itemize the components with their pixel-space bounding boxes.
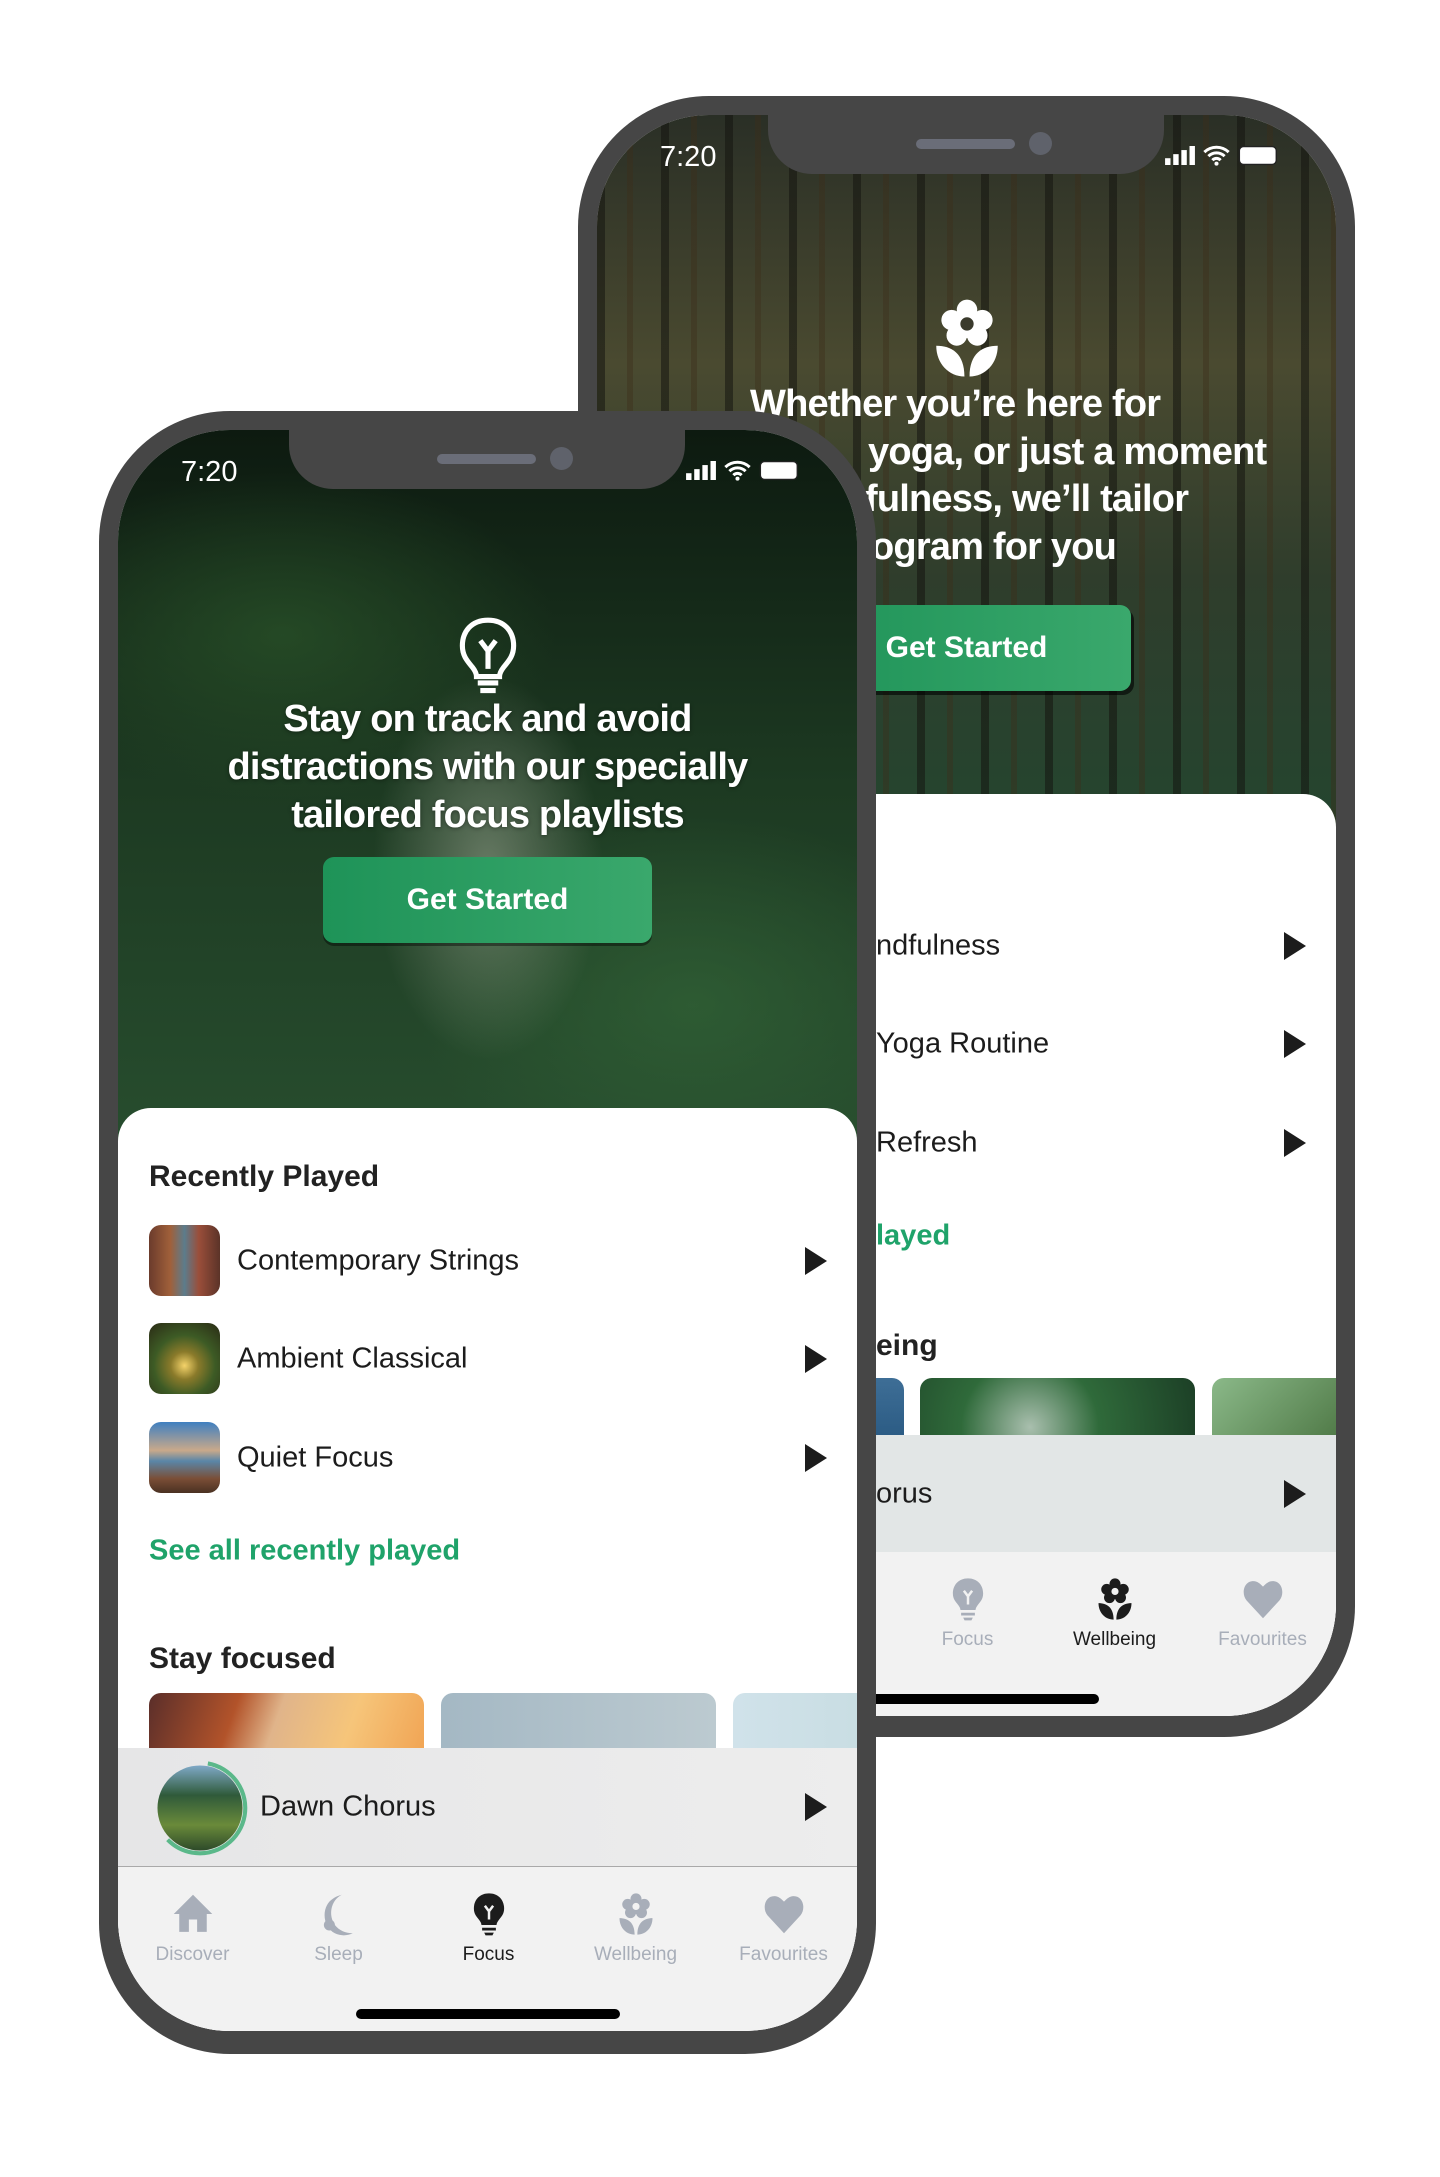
status-icons (686, 460, 800, 481)
camera (1029, 132, 1052, 155)
list-item-title: Ambient Classical (237, 1342, 468, 1375)
tab-label: Wellbeing (593, 1944, 678, 1965)
front-phone-screen: 7:20 Stay on track and avoid distraction… (118, 430, 857, 2031)
play-icon[interactable] (1284, 932, 1306, 960)
list-item-title: Yoga Routine (876, 1027, 1050, 1060)
tab-favourites[interactable]: Favourites (1194, 1577, 1331, 1651)
tab-focus[interactable]: Focus (420, 1892, 557, 1966)
home-icon (171, 1892, 215, 1936)
lightbulb-icon (467, 1892, 511, 1936)
section-heading: eing (876, 1329, 938, 1362)
headline-line: Whether you’re here for (750, 383, 1161, 425)
headline-line: ogram for you (871, 526, 1117, 568)
now-playing-artwork (152, 1760, 248, 1856)
tab-sleep[interactable]: Sleep (270, 1892, 407, 1966)
notch (289, 430, 685, 489)
recently-played-heading: Recently Played (149, 1160, 380, 1193)
play-icon[interactable] (805, 1247, 827, 1275)
list-item-title: ndfulness (876, 929, 1001, 962)
home-indicator (356, 2009, 620, 2019)
tab-wellbeing[interactable]: Wellbeing (1046, 1577, 1183, 1651)
heart-icon (762, 1892, 806, 1936)
play-icon[interactable] (805, 1793, 827, 1821)
list-item-title: Contemporary Strings (237, 1244, 520, 1277)
tab-label: Wellbeing (1072, 1629, 1157, 1650)
tab-favourites[interactable]: Favourites (715, 1892, 852, 1966)
play-icon[interactable] (805, 1444, 827, 1472)
flower-icon (926, 297, 1008, 379)
speaker (916, 139, 1015, 149)
tab-label: Discover (155, 1944, 230, 1965)
battery-icon (1238, 145, 1277, 166)
play-icon[interactable] (805, 1345, 827, 1373)
headline-line: tailored focus playlists (291, 794, 684, 836)
tab-label: Favourites (739, 1944, 828, 1965)
see-all-link[interactable]: layed (876, 1220, 950, 1253)
signal-icon (686, 461, 716, 480)
wifi-icon (1203, 145, 1230, 166)
stage: 7:20 Whether you’re here for yoga, or ju… (0, 0, 1440, 2177)
camera (550, 447, 573, 470)
tab-wellbeing[interactable]: Wellbeing (567, 1892, 704, 1966)
headline-line: fulness, we’ll tailor (865, 478, 1189, 520)
lightbulb-icon (946, 1577, 990, 1621)
lightbulb-icon (459, 617, 517, 694)
tab-label: Favourites (1218, 1629, 1307, 1650)
heart-icon (1241, 1577, 1285, 1621)
signal-icon (1165, 146, 1195, 165)
tab-discover[interactable]: Discover (124, 1892, 261, 1966)
list-item-title: Refresh (876, 1126, 978, 1159)
stay-focused-heading: Stay focused (149, 1642, 336, 1675)
list-item-title: Quiet Focus (237, 1441, 394, 1474)
mini-player-title: orus (876, 1477, 933, 1510)
tab-label: Focus (941, 1629, 994, 1650)
track-thumbnail (149, 1225, 220, 1296)
see-all-recently-played-link[interactable]: See all recently played (149, 1535, 460, 1568)
list-item[interactable]: Ambient Classical (118, 1318, 857, 1400)
list-item[interactable]: Quiet Focus (118, 1417, 857, 1499)
headline-line: yoga, or just a moment (868, 431, 1267, 473)
notch (768, 115, 1164, 174)
flower-icon (1093, 1577, 1137, 1621)
mini-player-title: Dawn Chorus (260, 1790, 436, 1823)
get-started-button[interactable]: Get Started (323, 857, 652, 943)
status-time: 7:20 (181, 456, 238, 488)
track-thumbnail (149, 1422, 220, 1493)
flower-icon (614, 1892, 658, 1936)
status-time: 7:20 (660, 141, 717, 173)
front-phone: 7:20 Stay on track and avoid distraction… (99, 411, 876, 2054)
battery-icon (759, 460, 798, 481)
tab-bar: Discover Sleep Focus Wellbeing Favourite… (118, 1867, 857, 2031)
status-icons (1165, 145, 1279, 166)
tab-focus[interactable]: Focus (899, 1577, 1036, 1651)
track-thumbnail (149, 1323, 220, 1394)
headline-line: Stay on track and avoid (283, 698, 692, 740)
headline-line: distractions with our specially (227, 746, 748, 788)
moon-icon (317, 1892, 361, 1936)
tab-label: Sleep (314, 1944, 363, 1965)
tab-label: Focus (462, 1944, 515, 1965)
speaker (437, 454, 536, 464)
mini-player[interactable]: Dawn Chorus (118, 1748, 857, 1867)
play-icon[interactable] (1284, 1030, 1306, 1058)
play-icon[interactable] (1284, 1129, 1306, 1157)
list-item[interactable]: Contemporary Strings (118, 1220, 857, 1302)
play-icon[interactable] (1284, 1480, 1306, 1508)
wifi-icon (724, 460, 751, 481)
